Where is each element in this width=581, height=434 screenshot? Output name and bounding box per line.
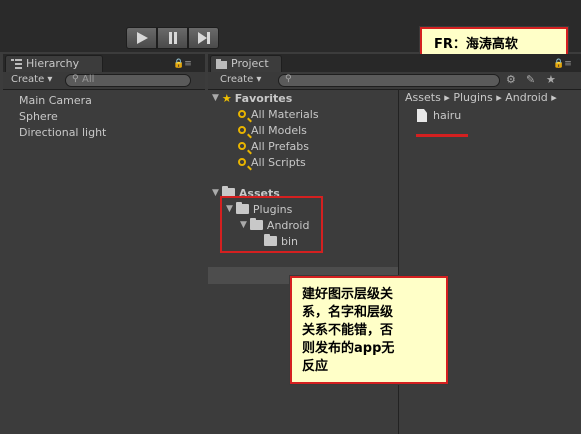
hierarchy-panel: Hierarchy 🔒≡ Create ▾ ⚲ All Main Camera …	[3, 54, 205, 434]
play-icon	[136, 32, 148, 44]
pause-button[interactable]	[157, 27, 188, 49]
panel-lock-icon[interactable]: 🔒≡	[173, 59, 192, 69]
note-line: 反应	[302, 359, 329, 374]
favorites-header[interactable]: ▼ ★ Favorites	[212, 90, 292, 106]
create-dropdown[interactable]: Create ▾	[220, 74, 261, 87]
play-button[interactable]	[126, 27, 157, 49]
favorite-item[interactable]: All Prefabs	[238, 138, 309, 154]
note-line: 关系不能错，否	[302, 323, 394, 338]
expand-triangle-icon: ▼	[212, 188, 219, 198]
instruction-note: 建好图示层级关 系，名字和层级 关系不能错，否 则发布的app无 反应	[289, 275, 449, 385]
note-line: 建好图示层级关	[302, 287, 394, 302]
step-icon	[197, 32, 210, 44]
search-input[interactable]: ⚲ All	[65, 74, 191, 87]
red-underline	[416, 134, 468, 137]
search-filter-icon	[238, 158, 246, 166]
tab-label: Hierarchy	[26, 57, 80, 70]
file-icon	[417, 109, 427, 122]
tab-project[interactable]: Project	[210, 55, 282, 72]
search-icon: ⚲	[72, 74, 79, 84]
favorite-item[interactable]: All Models	[238, 122, 307, 138]
filter-type-icon[interactable]: ⚙	[506, 73, 516, 86]
hierarchy-item-main-camera[interactable]: Main Camera	[19, 94, 92, 107]
highlight-box	[220, 196, 323, 253]
favorite-item[interactable]: All Materials	[238, 106, 319, 122]
favorite-star-icon[interactable]: ★	[546, 73, 556, 86]
step-button[interactable]	[188, 27, 219, 49]
search-icon: ⚲	[285, 74, 292, 84]
create-dropdown[interactable]: Create ▾	[11, 74, 52, 87]
panel-lock-icon[interactable]: 🔒≡	[553, 59, 572, 69]
favorite-item[interactable]: All Scripts	[238, 154, 306, 170]
expand-triangle-icon: ▼	[212, 93, 219, 103]
search-filter-icon	[238, 126, 246, 134]
hierarchy-item-directional-light[interactable]: Directional light	[19, 126, 106, 139]
playback-controls	[126, 27, 220, 49]
note-line: 则发布的app无	[302, 341, 395, 356]
folder-icon	[216, 59, 227, 69]
star-icon: ★	[221, 91, 232, 105]
tab-label: Project	[231, 57, 269, 70]
search-input[interactable]: ⚲	[278, 74, 500, 87]
asset-file-item[interactable]: hairu	[417, 109, 461, 122]
hierarchy-item-sphere[interactable]: Sphere	[19, 110, 58, 123]
note-line: 系，名字和层级	[302, 305, 394, 320]
search-filter-icon	[238, 110, 246, 118]
filter-label-icon[interactable]: ✎	[526, 73, 535, 86]
search-filter-icon	[238, 142, 246, 150]
tab-hierarchy[interactable]: Hierarchy	[5, 55, 103, 72]
breadcrumb: Assets ▸ Plugins ▸ Android ▸	[405, 91, 557, 104]
hierarchy-icon	[11, 59, 22, 69]
pause-icon	[168, 32, 177, 44]
search-placeholder: All	[82, 74, 95, 85]
